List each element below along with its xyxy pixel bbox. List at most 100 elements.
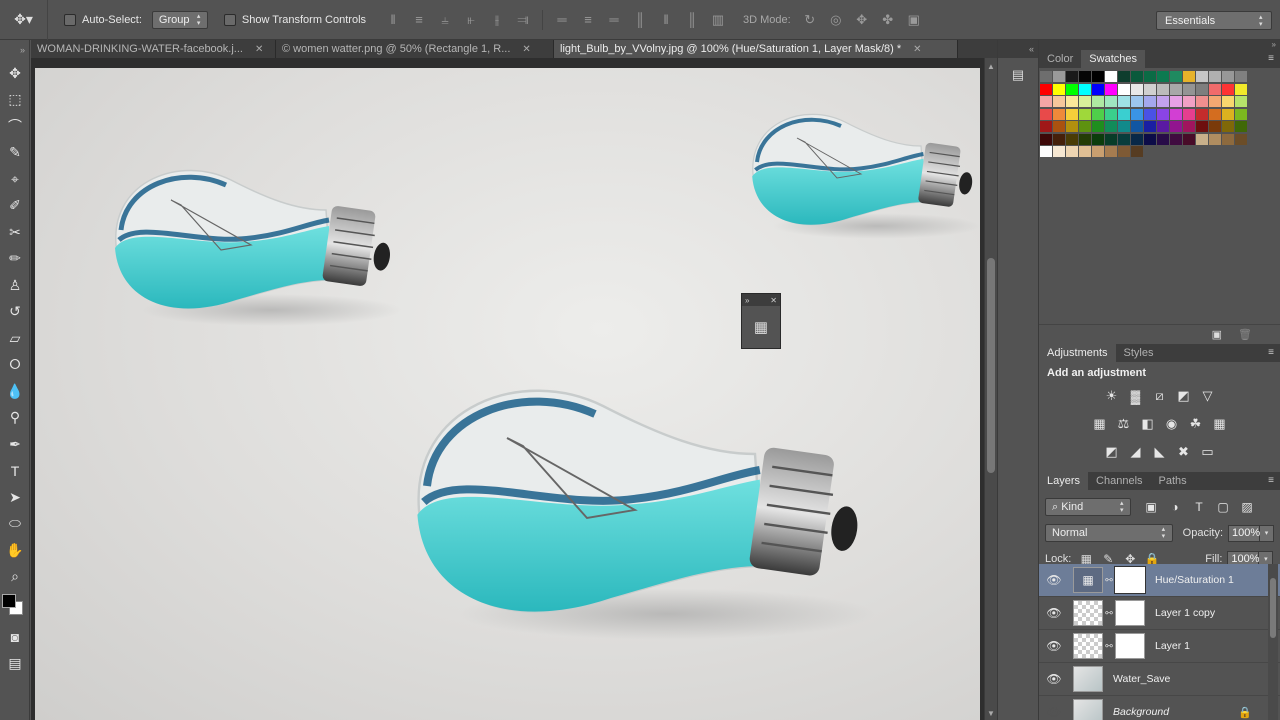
color-swatch[interactable] — [1040, 71, 1052, 82]
posterize-icon[interactable]: ◢ — [1124, 441, 1148, 463]
opacity-input[interactable]: 100% — [1228, 524, 1260, 542]
color-swatch[interactable] — [1040, 108, 1052, 120]
color-swatch[interactable] — [1079, 71, 1091, 82]
color-swatch[interactable] — [1144, 83, 1156, 95]
align-right-icon[interactable]: ⫥ — [510, 11, 536, 29]
align-top-icon[interactable]: ‖ — [380, 11, 406, 29]
color-swatch[interactable] — [1222, 83, 1234, 95]
3d-roll-icon[interactable]: ◎ — [823, 11, 849, 29]
color-swatch[interactable] — [1118, 146, 1130, 157]
invert-icon[interactable]: ◩ — [1100, 441, 1124, 463]
channel-mixer-icon[interactable]: ☘ — [1184, 413, 1208, 435]
screen-mode-icon[interactable]: ▤ — [0, 651, 30, 678]
distribute-right-icon[interactable]: ║ — [679, 11, 705, 29]
tab-paths[interactable]: Paths — [1151, 472, 1195, 490]
eraser-tool-icon[interactable]: ▱ — [0, 325, 30, 352]
auto-select-checkbox[interactable] — [64, 13, 76, 26]
layer-mask-thumbnail[interactable] — [1115, 633, 1145, 659]
color-swatch[interactable] — [1105, 133, 1117, 145]
doc-tab-women-watter[interactable]: © women watter.png @ 50% (Rectangle 1, R… — [276, 40, 554, 58]
color-swatch[interactable] — [1118, 108, 1130, 120]
color-swatch[interactable] — [1053, 83, 1065, 95]
scroll-up-icon[interactable]: ▲ — [987, 62, 995, 71]
color-swatch[interactable] — [1118, 96, 1130, 107]
color-swatch[interactable] — [1131, 146, 1143, 157]
color-swatch[interactable] — [1209, 83, 1221, 95]
pen-tool-icon[interactable]: ✒ — [0, 431, 30, 458]
history-brush-tool-icon[interactable]: ↺ — [0, 299, 30, 326]
zoom-tool-icon[interactable]: ⌕ — [0, 564, 30, 591]
color-swatch[interactable] — [1105, 108, 1117, 120]
color-swatch[interactable] — [1209, 71, 1221, 82]
visibility-eye-icon[interactable]: 👁 — [1039, 705, 1069, 719]
layer-row-background[interactable]: 👁 Background 🔒 — [1039, 696, 1280, 720]
color-swatch[interactable] — [1209, 121, 1221, 132]
distribute-vcenter-icon[interactable]: ≡ — [575, 11, 601, 29]
color-swatch[interactable] — [1222, 121, 1234, 132]
visibility-eye-icon[interactable]: 👁 — [1039, 672, 1069, 686]
color-swatch[interactable] — [1131, 121, 1143, 132]
color-swatch[interactable] — [1196, 133, 1208, 145]
link-icon[interactable]: ⚯ — [1104, 575, 1114, 586]
color-swatch[interactable] — [1196, 121, 1208, 132]
blur-tool-icon[interactable]: 💧 — [0, 378, 30, 405]
color-swatch[interactable] — [1183, 71, 1195, 82]
color-swatch[interactable] — [1053, 121, 1065, 132]
color-swatch[interactable] — [1196, 96, 1208, 107]
tab-swatches[interactable]: Swatches — [1081, 50, 1145, 68]
distribute-hcenter-icon[interactable]: ‖ — [653, 11, 679, 29]
layer-filter-kind-dropdown[interactable]: ⌕ Kind — [1045, 498, 1131, 516]
close-icon[interactable]: ✕ — [913, 44, 921, 55]
link-icon[interactable]: ⚯ — [1104, 641, 1114, 652]
color-swatch[interactable] — [1066, 133, 1078, 145]
floating-panel-header[interactable]: » ✕ — [742, 294, 780, 306]
color-swatch[interactable] — [1131, 108, 1143, 120]
link-icon[interactable]: ⚯ — [1104, 608, 1114, 619]
color-swatch[interactable] — [1105, 121, 1117, 132]
color-swatch[interactable] — [1053, 96, 1065, 107]
paint-bucket-tool-icon[interactable]: ⭘ — [0, 352, 30, 379]
path-selection-tool-icon[interactable]: ➤ — [0, 484, 30, 511]
hand-tool-icon[interactable]: ✋ — [0, 537, 30, 564]
distribute-top-icon[interactable]: ═ — [549, 11, 575, 29]
color-swatch[interactable] — [1183, 108, 1195, 120]
lasso-tool-icon[interactable]: ⌒ — [0, 113, 30, 140]
color-swatch[interactable] — [1079, 108, 1091, 120]
close-icon[interactable]: ✕ — [770, 296, 777, 305]
color-swatch[interactable] — [1235, 83, 1247, 95]
panel-menu-icon[interactable]: ≡ — [1268, 347, 1274, 358]
color-swatch[interactable] — [1105, 96, 1117, 107]
color-swatch[interactable] — [1196, 108, 1208, 120]
color-swatch[interactable] — [1066, 121, 1078, 132]
floating-properties-panel[interactable]: » ✕ ▦ — [741, 293, 781, 349]
color-swatch[interactable] — [1040, 133, 1052, 145]
tab-layers[interactable]: Layers — [1039, 472, 1089, 490]
color-swatch[interactable] — [1079, 133, 1091, 145]
layer-row-layer-1-copy[interactable]: 👁 ⚯ Layer 1 copy — [1039, 597, 1280, 630]
color-swatch[interactable] — [1066, 146, 1078, 157]
marquee-tool-icon[interactable]: ⬚ — [0, 87, 30, 114]
align-vcenter-icon[interactable]: ≡ — [406, 11, 432, 29]
foreground-color[interactable] — [2, 594, 16, 608]
color-swatch[interactable] — [1144, 96, 1156, 107]
color-swatch[interactable] — [1066, 108, 1078, 120]
panel-menu-icon[interactable]: ≡ — [1268, 53, 1274, 64]
align-left-icon[interactable]: ⫦ — [458, 11, 484, 29]
color-swatch[interactable] — [1040, 83, 1052, 95]
color-swatch[interactable] — [1157, 121, 1169, 132]
color-swatch[interactable] — [1066, 83, 1078, 95]
color-swatch[interactable] — [1170, 96, 1182, 107]
visibility-eye-icon[interactable]: 👁 — [1039, 639, 1069, 653]
trash-icon[interactable]: 🗑 — [1238, 328, 1252, 341]
color-swatch[interactable] — [1144, 71, 1156, 82]
color-swatch[interactable] — [1118, 71, 1130, 82]
collapse-icon[interactable]: » — [745, 296, 749, 305]
distribute-bottom-icon[interactable]: ═ — [601, 11, 627, 29]
color-swatch[interactable] — [1040, 146, 1052, 157]
color-swatch[interactable] — [1092, 108, 1104, 120]
color-swatch[interactable] — [1144, 108, 1156, 120]
color-swatch[interactable] — [1118, 83, 1130, 95]
color-swatch[interactable] — [1183, 133, 1195, 145]
tab-adjustments[interactable]: Adjustments — [1039, 344, 1116, 362]
brightness-contrast-icon[interactable]: ☀ — [1100, 385, 1124, 407]
